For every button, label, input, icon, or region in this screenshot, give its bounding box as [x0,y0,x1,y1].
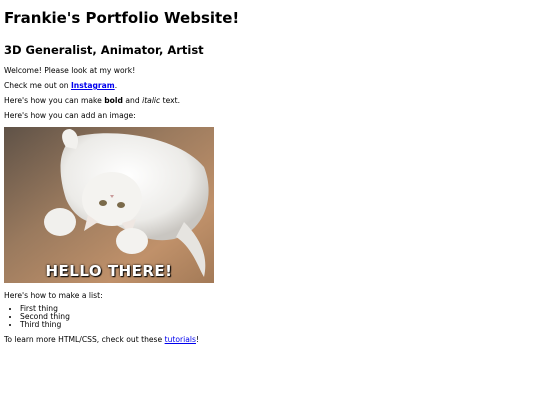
footer-suffix: ! [195,335,200,344]
example-list: First thing Second thing Third thing [4,305,536,329]
formatting-suffix: text. [160,96,181,105]
tutorials-link[interactable]: tutorials [165,335,196,344]
instagram-link[interactable]: Instagram [71,81,115,90]
italic-text: italic [142,96,161,105]
formatting-prefix: Here's how you can make [4,96,105,105]
list-lead: Here's how to make a list: [4,291,103,300]
instagram-prefix: Check me out on [4,81,71,90]
bold-text: bold [104,96,123,105]
footer-line: To learn more HTML/CSS, check out these … [4,335,536,345]
instagram-suffix: . [114,81,118,90]
footer-prefix: To learn more HTML/CSS, check out these [4,335,165,344]
list-item: Third thing [20,321,536,329]
cat-photo-icon [4,127,214,283]
list-item: First thing [20,305,536,313]
welcome-text: Welcome! Please look at my work! [4,66,136,75]
image-lead: Here's how you can add an image: [4,111,136,120]
formatting-line: Here's how you can make bold and italic … [4,96,536,106]
page-subtitle: 3D Generalist, Animator, Artist [4,43,204,57]
list-item: Second thing [20,313,536,321]
page-content: Frankie's Portfolio Website! 3D Generali… [0,9,540,345]
cat-image: HELLO THERE! [4,127,214,283]
formatting-middle: and [122,96,143,105]
image-caption: HELLO THERE! [45,262,173,280]
page-title: Frankie's Portfolio Website! [4,9,240,27]
instagram-line: Check me out on Instagram. [4,81,536,91]
